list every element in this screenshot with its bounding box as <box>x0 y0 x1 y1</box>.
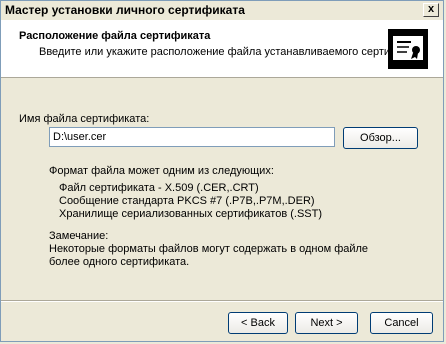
window-title: Мастер установки личного сертификата <box>5 3 245 17</box>
file-name-label: Имя файла сертификата: <box>19 113 150 125</box>
formats-heading: Формат файла может одним из следующих: <box>49 165 274 177</box>
back-button[interactable]: < Back <box>228 312 288 334</box>
close-button[interactable]: x <box>423 3 439 17</box>
note-text: Некоторые форматы файлов могут содержать… <box>49 243 369 268</box>
wizard-header: Расположение файла сертификата Введите и… <box>1 20 443 78</box>
format-item: Файл сертификата - X.509 (.CER,.CRT) <box>59 182 259 194</box>
cancel-button[interactable]: Cancel <box>370 312 433 334</box>
next-button[interactable]: Next > <box>295 312 358 334</box>
browse-button[interactable]: Обзор... <box>343 127 418 149</box>
footer-divider <box>1 300 443 302</box>
certificate-icon <box>388 29 428 69</box>
title-bar: Мастер установки личного сертификата x <box>1 1 443 19</box>
formats-list: Файл сертификата - X.509 (.CER,.CRT) Соо… <box>59 182 322 221</box>
file-name-input[interactable] <box>49 127 335 147</box>
page-title: Расположение файла сертификата <box>19 30 211 42</box>
wizard-window: Мастер установки личного сертификата x Р… <box>0 0 444 342</box>
format-item: Сообщение стандарта PKCS #7 (.P7B,.P7M,.… <box>59 195 315 207</box>
note-heading: Замечание: <box>49 230 109 242</box>
format-item: Хранилище сериализованных сертификатов (… <box>59 208 323 220</box>
page-subtitle: Введите или укажите расположение файла у… <box>39 46 428 58</box>
